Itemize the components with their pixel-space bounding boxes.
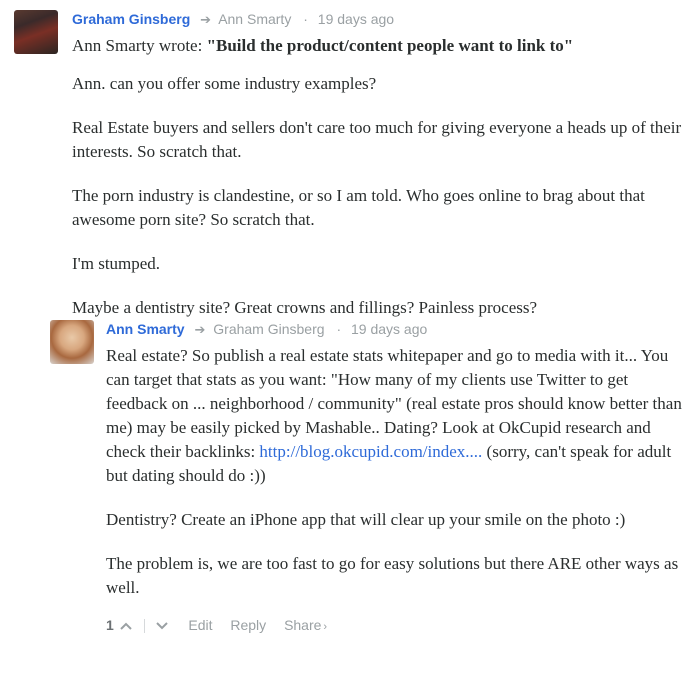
author-name[interactable]: Graham Ginsberg xyxy=(72,11,190,27)
author-name[interactable]: Ann Smarty xyxy=(106,321,185,337)
quote-paragraph: Ann Smarty wrote: "Build the product/con… xyxy=(72,34,692,58)
paragraph: Ann. can you offer some industry example… xyxy=(72,74,377,93)
divider xyxy=(143,619,145,634)
quote-prefix: Ann Smarty wrote: xyxy=(72,36,207,55)
okcupid-link[interactable]: http://blog.okcupid.com/index.... xyxy=(259,442,482,461)
reply-link[interactable]: Reply xyxy=(230,617,266,633)
share-label: Share xyxy=(284,617,322,633)
paragraph: I'm stumped. xyxy=(72,254,161,273)
comment-text: Real estate? So publish a real estate st… xyxy=(106,344,688,600)
comment-body: Graham Ginsberg ➔ Ann Smarty · 19 days a… xyxy=(72,8,692,320)
separator-dot: · xyxy=(303,11,308,27)
reply-to-name[interactable]: Ann Smarty xyxy=(218,11,291,27)
timestamp[interactable]: 19 days ago xyxy=(351,321,427,337)
timestamp[interactable]: 19 days ago xyxy=(318,11,394,27)
quote-text: "Build the product/content people want t… xyxy=(206,36,574,55)
vote-count: 1 xyxy=(106,617,114,633)
avatar[interactable] xyxy=(14,10,58,54)
paragraph: Maybe a dentistry site? Great crowns and… xyxy=(72,298,538,317)
avatar[interactable] xyxy=(50,320,94,364)
paragraph: The problem is, we are too fast to go fo… xyxy=(106,554,679,597)
arrow-right-icon: ➔ xyxy=(194,322,206,337)
separator-dot: · xyxy=(336,321,342,337)
reply-to-name[interactable]: Graham Ginsberg xyxy=(213,321,324,337)
paragraph: Dentistry? Create an iPhone app that wil… xyxy=(106,510,626,529)
comment-footer: 1 Edit Reply Share › xyxy=(106,614,688,636)
paragraph: Real Estate buyers and sellers don't car… xyxy=(72,118,682,161)
comment-header: Ann Smarty ➔ Graham Ginsberg · 19 days a… xyxy=(106,318,688,340)
paragraph: The porn industry is clandestine, or so … xyxy=(72,186,645,229)
chevron-up-icon[interactable] xyxy=(118,614,134,636)
arrow-right-icon: ➔ xyxy=(200,12,212,27)
comment-body: Ann Smarty ➔ Graham Ginsberg · 19 days a… xyxy=(106,318,688,636)
comment-text: Ann Smarty wrote: "Build the product/con… xyxy=(72,34,692,320)
paragraph: Real estate? So publish a real estate st… xyxy=(106,344,688,488)
comment-header: Graham Ginsberg ➔ Ann Smarty · 19 days a… xyxy=(72,8,692,30)
chevron-right-icon: › xyxy=(323,621,328,633)
chevron-down-icon[interactable] xyxy=(154,614,170,636)
share-link[interactable]: Share › xyxy=(284,617,327,633)
edit-link[interactable]: Edit xyxy=(188,617,212,633)
